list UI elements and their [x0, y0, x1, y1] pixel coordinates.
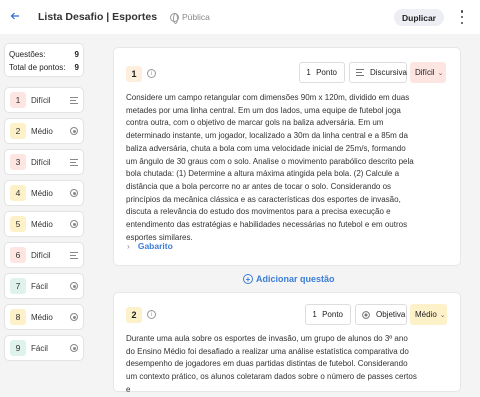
points-count: 9: [74, 63, 79, 72]
question-number-badge: 5: [10, 216, 26, 232]
difficulty-label: Difícil: [31, 95, 51, 105]
question-type-dropdown[interactable]: Objetiva: [355, 304, 407, 325]
difficulty-label: Fácil: [31, 281, 48, 291]
radio-icon: [70, 127, 78, 135]
add-question-label: Adicionar questão: [256, 274, 335, 284]
sidebar: Questões: 9 Total de pontos: 9 1 Difícil 2 Mé…: [0, 34, 95, 384]
radio-icon: [70, 313, 78, 321]
question-type-dropdown[interactable]: Discursiva: [349, 62, 407, 83]
kebab-menu-icon[interactable]: [459, 10, 465, 24]
points-field[interactable]: 1 Ponto: [305, 304, 351, 325]
sidebar-question-item[interactable]: 2 Médio: [4, 118, 84, 144]
question-number-badge: 8: [10, 309, 26, 325]
top-bar: Lista Desafio | Esportes de ... Pública …: [0, 0, 480, 34]
difficulty-label: Difícil: [31, 157, 51, 167]
radio-icon: [70, 344, 78, 352]
sidebar-question-item[interactable]: 3 Difícil: [4, 149, 84, 175]
radio-icon: [70, 220, 78, 228]
plus-circle-icon: +: [243, 274, 253, 284]
question-type-label: Objetiva: [376, 310, 406, 319]
radio-icon: [70, 282, 78, 290]
question-number-badge: 1: [10, 92, 26, 108]
question-number-badge: 2: [10, 123, 26, 139]
question-card: 1 i 1 Ponto Discursiva Difícil ⌄ Conside…: [113, 47, 461, 266]
text-lines-icon: [70, 251, 78, 259]
question-number-badge: 9: [10, 340, 26, 356]
difficulty-label: Médio: [31, 188, 53, 198]
globe-icon: [170, 12, 179, 24]
questions-summary: Questões: 9 Total de pontos: 9: [4, 43, 84, 77]
question-number: 2: [126, 307, 142, 323]
info-icon[interactable]: i: [147, 310, 156, 319]
points-value: 1: [312, 310, 317, 319]
text-lines-icon: [70, 158, 78, 166]
main-content: 1 i 1 Ponto Discursiva Difícil ⌄ Conside…: [95, 34, 480, 394]
difficulty-label: Difícil: [31, 250, 51, 260]
answer-key-label: Gabarito: [137, 241, 173, 251]
points-value: 1: [306, 68, 311, 77]
questions-label: Questões:: [9, 50, 46, 59]
radio-icon: [70, 189, 78, 197]
text-lines-icon: [70, 96, 78, 104]
difficulty-dropdown[interactable]: Difícil ⌄: [410, 62, 446, 83]
points-label: Total de pontos:: [9, 63, 66, 72]
points-unit: Ponto: [316, 68, 337, 77]
difficulty-label: Difícil: [415, 68, 435, 77]
chevron-down-icon: ⌄: [439, 311, 446, 319]
answer-key-toggle[interactable]: › Gabarito: [127, 241, 173, 251]
radio-icon: [362, 310, 370, 319]
sidebar-question-item[interactable]: 7 Fácil: [4, 273, 84, 299]
sidebar-question-item[interactable]: 1 Difícil: [4, 87, 84, 113]
sidebar-question-item[interactable]: 9 Fácil: [4, 335, 84, 361]
info-icon[interactable]: i: [147, 69, 156, 78]
question-number-badge: 3: [10, 154, 26, 170]
visibility-label: Pública: [182, 12, 210, 22]
chevron-down-icon: ⌄: [437, 69, 444, 77]
question-text: Durante uma aula sobre os esportes de in…: [126, 334, 417, 394]
arrow-left-icon[interactable]: [10, 10, 24, 24]
question-number-badge: 4: [10, 185, 26, 201]
difficulty-label: Médio: [31, 219, 53, 229]
chevron-right-icon: ›: [127, 241, 130, 251]
question-text: Considere um campo retangular com dimens…: [126, 93, 414, 242]
text-lines-icon: [356, 68, 364, 77]
question-type-label: Discursiva: [370, 68, 407, 77]
sidebar-question-item[interactable]: 6 Difícil: [4, 242, 84, 268]
page-title: Lista Desafio | Esportes de ...: [38, 11, 160, 23]
question-card: 2 i 1 Ponto Objetiva Médio ⌄ Durante uma…: [113, 292, 461, 394]
question-number-badge: 6: [10, 247, 26, 263]
sidebar-question-item[interactable]: 4 Médio: [4, 180, 84, 206]
visibility-status: Pública: [170, 12, 210, 24]
difficulty-label: Fácil: [31, 343, 48, 353]
points-unit: Ponto: [322, 310, 343, 319]
points-field[interactable]: 1 Ponto: [299, 62, 345, 83]
sidebar-question-item[interactable]: 8 Médio: [4, 304, 84, 330]
difficulty-label: Médio: [31, 126, 53, 136]
difficulty-label: Médio: [415, 310, 437, 319]
question-number-badge: 7: [10, 278, 26, 294]
sidebar-question-item[interactable]: 5 Médio: [4, 211, 84, 237]
add-question-button[interactable]: + Adicionar questão: [243, 274, 335, 284]
question-number: 1: [126, 66, 142, 82]
questions-count: 9: [74, 50, 79, 59]
difficulty-label: Médio: [31, 312, 53, 322]
difficulty-dropdown[interactable]: Médio ⌄: [410, 304, 447, 325]
duplicate-button[interactable]: Duplicar: [394, 9, 444, 26]
